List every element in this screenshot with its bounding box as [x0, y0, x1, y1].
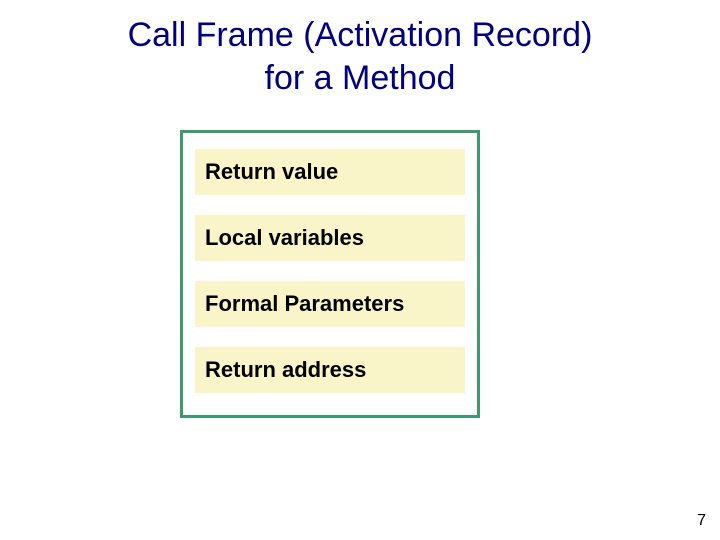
page-number: 7: [697, 512, 706, 530]
slot-return-address: Return address: [195, 347, 465, 393]
title-line-2: for a Method: [265, 59, 456, 97]
slot-formal-parameters: Formal Parameters: [195, 281, 465, 327]
slot-local-variables: Local variables: [195, 215, 465, 261]
slide-title: Call Frame (Activation Record) for a Met…: [0, 0, 720, 99]
title-line-1: Call Frame (Activation Record): [128, 16, 593, 54]
call-frame-box: Return value Local variables Formal Para…: [180, 130, 480, 418]
slot-return-value: Return value: [195, 149, 465, 195]
